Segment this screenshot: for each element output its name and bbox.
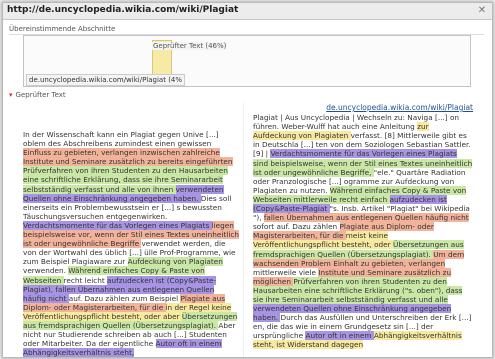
source-highlighted-segment[interactable]: Autor oft in einem	[305, 331, 374, 341]
checked-highlighted-segment[interactable]: Aufdeckung von Plagiaten	[127, 257, 223, 267]
checked-text-column: In der Wissenschaft kann ein Plagiat geg…	[23, 130, 239, 357]
column-divider	[243, 103, 244, 357]
checked-text-segment: auf. Dazu zählen zum Beispiel	[68, 293, 181, 303]
source-text-body: Plagiat | Aus Uncyclopedia | Wechseln zu…	[253, 113, 473, 350]
source-highlighted-segment[interactable]: fallen Übernahmen aus entlegenen Quellen…	[263, 213, 469, 223]
checked-text-heading-label: Geprüfter Text	[15, 91, 66, 99]
source-text-column: de.uncyclopedia.wikia.com/wiki/Plagiat P…	[253, 103, 473, 350]
checked-text-segment: oblem des Abschreibens zumindest einen g…	[23, 139, 212, 149]
source-highlighted-segment[interactable]: Verdachtsmomente für das Vorlegen eines …	[270, 149, 457, 159]
checked-text-segment: verwenden.	[23, 266, 69, 276]
close-icon[interactable]: ✕	[476, 5, 488, 17]
document-comparison: In der Wissenschaft kann ein Plagiat geg…	[3, 103, 492, 357]
checked-text-percent-label: Geprüfter Text (46%)	[152, 42, 228, 50]
checked-highlighted-segment[interactable]: Verdachtsmomente für das Vorlegen eines …	[23, 220, 212, 230]
window-title: http://de.uncyclopedia.wikia.com/wiki/Pl…	[7, 5, 239, 15]
checked-highlighted-segment[interactable]: Institute und Seminare zusätzlich zu ber…	[23, 157, 233, 167]
checked-text-segment: In der Wissenschaft kann ein Plagiat geg…	[23, 130, 219, 139]
source-text-segment: sofort auf. Dazu zählen	[253, 222, 340, 232]
matching-sections-heading: Übereinstimmende Abschnitte	[9, 25, 486, 35]
title-bar: http://de.uncyclopedia.wikia.com/wiki/Pl…	[3, 3, 492, 20]
checked-highlighted-segment[interactable]: Einfluss zu gebieten, verlangen inzwisch…	[23, 148, 220, 158]
source-match-row-label[interactable]: de.uncyclopedia.wikia.com/wiki/Plagiat (…	[26, 74, 186, 86]
comparison-window: http://de.uncyclopedia.wikia.com/wiki/Pl…	[2, 2, 493, 358]
match-summary-panel: Geprüfter Text (46%) de.uncyclopedia.wik…	[23, 35, 471, 87]
source-text-segment: mittlerweile viele	[253, 267, 319, 277]
checked-text-heading[interactable]: ▾ Geprüfter Text	[9, 91, 66, 99]
source-url-link[interactable]: de.uncyclopedia.wikia.com/wiki/Plagiat	[253, 103, 473, 112]
collapse-arrow-icon[interactable]: ▾	[9, 91, 13, 99]
checked-text-segment: recht leicht	[63, 275, 108, 285]
